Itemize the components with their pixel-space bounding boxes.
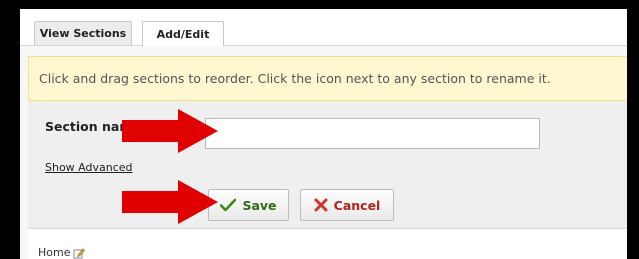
tab-add-edit[interactable]: Add/Edit [142, 21, 224, 46]
save-button-label: Save [242, 197, 277, 213]
section-item-home[interactable]: Home [38, 246, 86, 259]
app-frame: View Sections Add/Edit Click and drag se… [20, 9, 627, 259]
save-button[interactable]: Save [208, 189, 289, 221]
x-icon [314, 198, 328, 212]
show-advanced-link[interactable]: Show Advanced [45, 161, 133, 174]
pencil-icon[interactable] [73, 247, 86, 259]
instruction-notice: Click and drag sections to reorder. Clic… [28, 56, 627, 101]
section-form: Section name: Show Advanced Save Cancel [28, 101, 627, 229]
section-name-input[interactable] [205, 118, 540, 149]
section-item-home-label: Home [38, 246, 71, 259]
cancel-button[interactable]: Cancel [300, 189, 394, 221]
instruction-text: Click and drag sections to reorder. Clic… [39, 71, 551, 86]
checkmark-icon [220, 198, 237, 212]
tab-view-sections[interactable]: View Sections [34, 21, 132, 45]
red-arrow-icon [122, 109, 218, 153]
cancel-button-label: Cancel [333, 197, 381, 213]
tab-view-sections-label: View Sections [39, 27, 127, 40]
tab-add-edit-label: Add/Edit [156, 27, 210, 41]
red-arrow-icon [122, 180, 218, 224]
section-list: Home [28, 229, 627, 259]
tab-bar: View Sections Add/Edit [20, 9, 627, 46]
